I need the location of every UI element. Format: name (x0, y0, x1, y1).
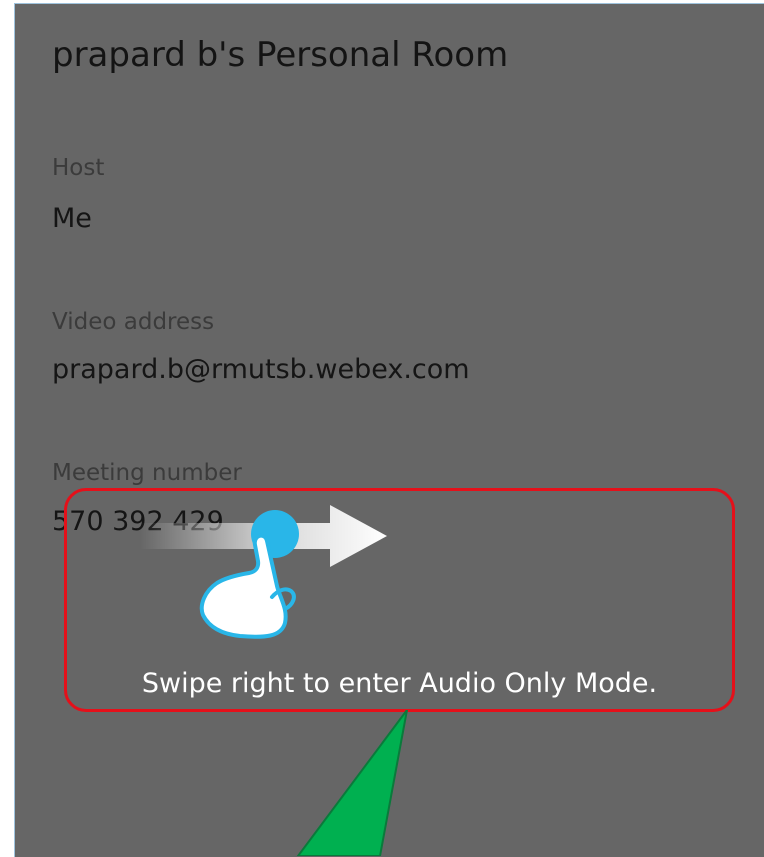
meeting-number-label: Meeting number (52, 460, 242, 486)
page-title: prapard b's Personal Room (52, 35, 509, 75)
host-value: Me (52, 203, 92, 234)
video-address-label: Video address (52, 309, 215, 335)
video-address-value: prapard.b@rmutsb.webex.com (52, 354, 470, 385)
green-pointer-arrow-icon (296, 710, 408, 856)
swipe-right-hand-icon (140, 505, 387, 639)
swipe-hint-text: Swipe right to enter Audio Only Mode. (141, 668, 658, 699)
host-label: Host (52, 155, 105, 181)
